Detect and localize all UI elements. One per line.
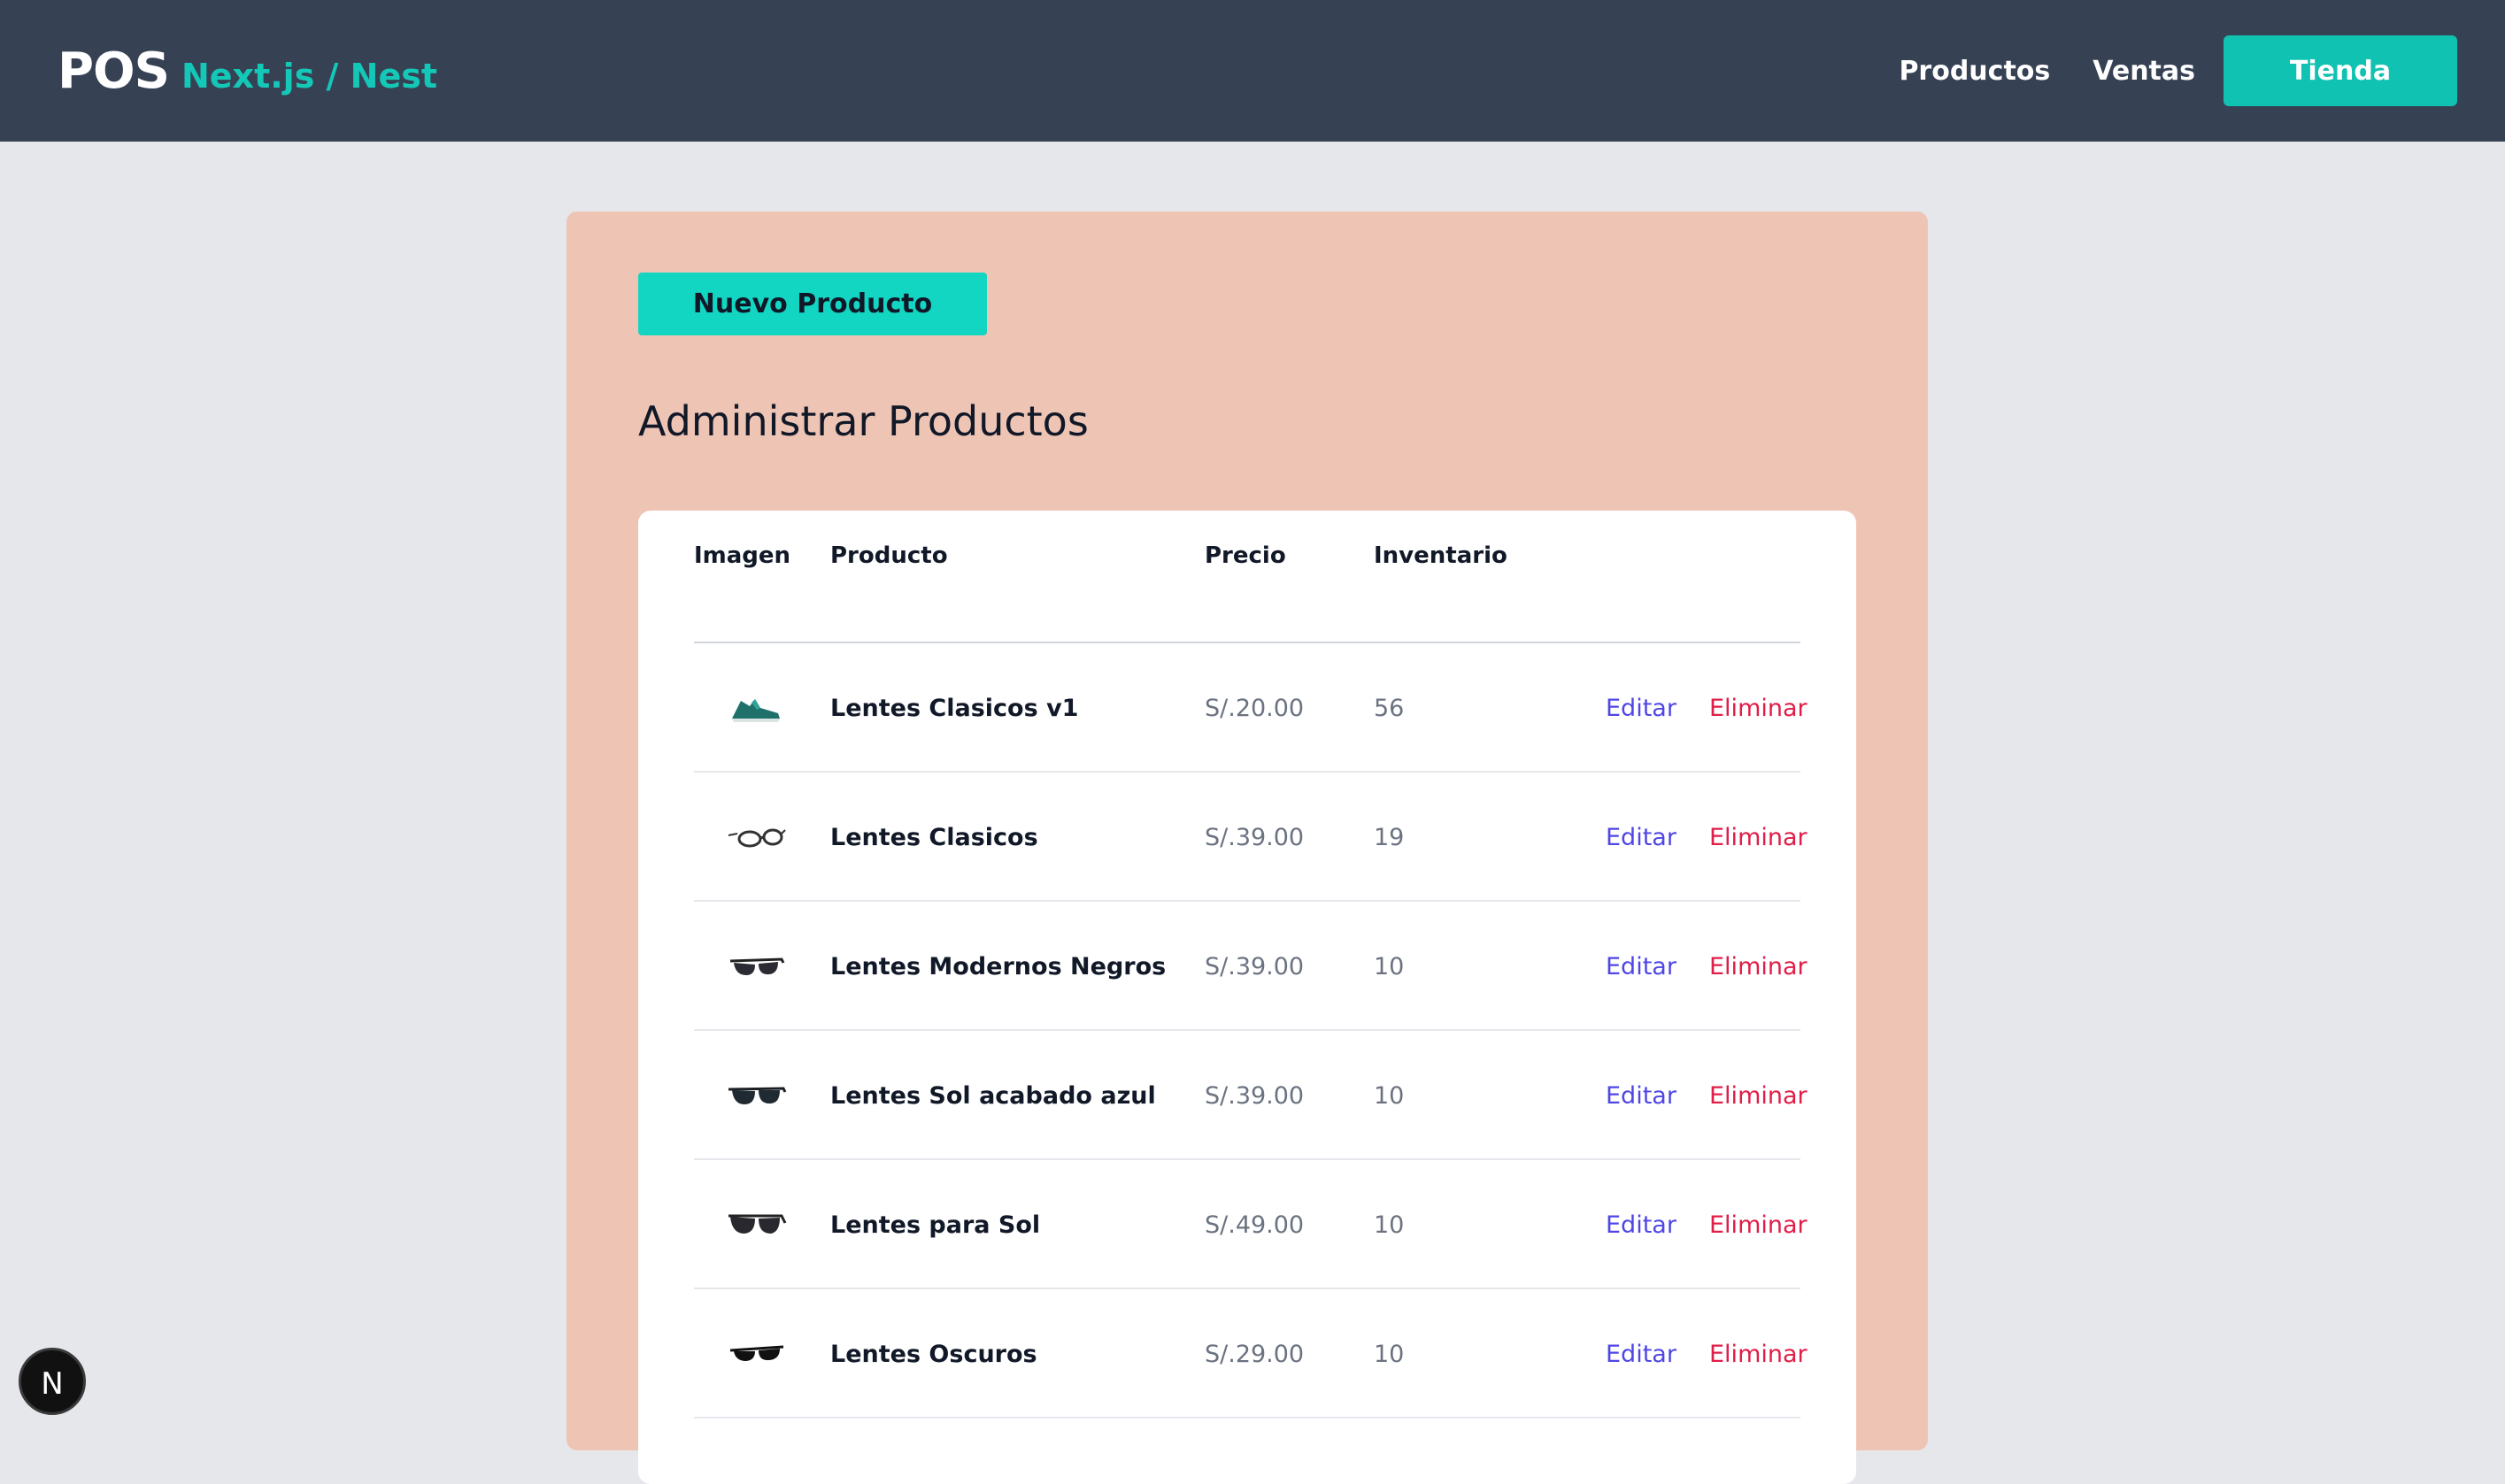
product-thumbnail [721,1031,791,1160]
product-name: Lentes para Sol [830,1211,1041,1239]
delete-link[interactable]: Eliminar [1709,902,1807,1031]
product-thumbnail [721,902,791,1031]
product-name: Lentes Oscuros [830,1340,1037,1368]
table-row: Lentes Modernos Negros S/.39.00 10 Edita… [694,902,1807,1031]
product-thumbnail [721,1160,791,1289]
product-name: Lentes Clasicos v1 [830,694,1079,722]
top-navbar: POS Next.js / Nest Productos Ventas Tien… [0,0,2505,142]
glasses-icon [728,828,786,848]
edit-link[interactable]: Editar [1606,1289,1676,1419]
sneaker-icon [732,699,780,722]
table-row: Lentes para Sol S/.49.00 10 Editar Elimi… [694,1160,1807,1289]
brand-title: POS [58,42,170,100]
edit-link[interactable]: Editar [1606,773,1676,902]
table-row: Lentes Oscuros S/.29.00 10 Editar Elimin… [694,1289,1807,1419]
badge-letter: N [41,1366,64,1402]
product-stock: 10 [1374,952,1405,980]
new-product-button[interactable]: Nuevo Producto [638,273,987,335]
column-header-producto: Producto [830,542,948,569]
nav-link-ventas[interactable]: Ventas [2093,56,2195,87]
product-stock: 10 [1374,1211,1405,1239]
edit-link[interactable]: Editar [1606,643,1676,773]
page-title: Administrar Productos [638,397,1089,445]
product-name: Lentes Clasicos [830,823,1038,851]
nextjs-dev-badge[interactable]: N [19,1348,86,1415]
sunglasses-icon [729,957,785,975]
product-thumbnail [721,643,791,773]
table-header: Imagen Producto Precio Inventario [694,511,1800,643]
edit-link[interactable]: Editar [1606,902,1676,1031]
column-header-inventario: Inventario [1374,542,1507,569]
nav-link-productos[interactable]: Productos [1899,56,2050,87]
delete-link[interactable]: Eliminar [1709,1289,1807,1419]
column-header-imagen: Imagen [694,542,791,569]
sunglasses-icon [729,1345,784,1361]
delete-link[interactable]: Eliminar [1709,773,1807,902]
product-price: S/.29.00 [1205,1340,1305,1368]
brand-subtitle: Next.js / Nest [181,56,438,96]
product-stock: 10 [1374,1340,1405,1368]
edit-link[interactable]: Editar [1606,1160,1676,1289]
product-stock: 10 [1374,1081,1405,1110]
tienda-button[interactable]: Tienda [2224,35,2457,106]
delete-link[interactable]: Eliminar [1709,643,1807,773]
table-row: Lentes Clasicos v1 S/.20.00 56 Editar El… [694,643,1807,773]
products-panel: Nuevo Producto Administrar Productos Ima… [567,211,1928,1484]
product-thumbnail [721,1289,791,1419]
edit-link[interactable]: Editar [1606,1031,1676,1160]
column-header-precio: Precio [1205,542,1286,569]
product-stock: 56 [1374,694,1405,722]
product-price: S/.20.00 [1205,694,1305,722]
product-price: S/.49.00 [1205,1211,1305,1239]
product-stock: 19 [1374,823,1405,851]
delete-link[interactable]: Eliminar [1709,1160,1807,1289]
product-price: S/.39.00 [1205,1081,1305,1110]
table-row: Lentes Clasicos S/.39.00 19 Editar Elimi… [694,773,1807,902]
nav-links: Productos Ventas Tienda [1899,35,2457,106]
delete-link[interactable]: Eliminar [1709,1031,1807,1160]
product-price: S/.39.00 [1205,823,1305,851]
product-name: Lentes Sol acabado azul [830,1081,1156,1110]
product-thumbnail [721,773,791,902]
product-name: Lentes Modernos Negros [830,952,1167,980]
brand-logo[interactable]: POS Next.js / Nest [58,42,437,100]
product-price: S/.39.00 [1205,952,1305,980]
sunglasses-icon [728,1087,787,1104]
products-table: Imagen Producto Precio Inventario Lentes… [638,511,1856,1484]
sunglasses-icon [728,1214,787,1234]
table-row: Lentes Sol acabado azul S/.39.00 10 Edit… [694,1031,1807,1160]
